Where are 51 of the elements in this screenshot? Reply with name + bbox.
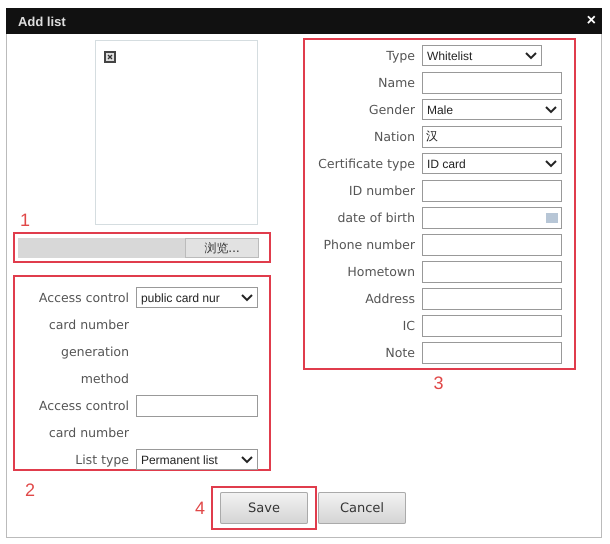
field-label: Gender	[368, 102, 415, 117]
field-label: generation	[60, 344, 129, 359]
input-field[interactable]	[422, 234, 562, 256]
file-field[interactable]: 浏览...	[18, 238, 259, 258]
annotation-number: 3	[433, 374, 444, 392]
input-field[interactable]	[422, 180, 562, 202]
chevron-icon	[545, 106, 557, 114]
input-field[interactable]	[422, 260, 562, 282]
field-label: Access control	[38, 398, 129, 413]
input-field[interactable]: 汉	[422, 126, 562, 148]
field-label: ID number	[348, 183, 415, 198]
close-button[interactable]: ×	[586, 12, 596, 30]
input-field[interactable]	[136, 394, 258, 416]
calendar-icon[interactable]	[546, 212, 558, 222]
chevron-icon	[241, 456, 253, 464]
cancel-button[interactable]: Cancel	[318, 492, 406, 524]
annotation-number: 1	[20, 210, 30, 230]
input-field[interactable]	[422, 288, 562, 310]
chevron-icon	[525, 52, 537, 60]
field-label: Access control	[38, 290, 129, 305]
input-field[interactable]	[422, 342, 562, 364]
window-title: Add list	[18, 14, 66, 28]
field-label: Nation	[373, 129, 415, 144]
field-label: Note	[384, 345, 415, 360]
field-label: Name	[377, 75, 415, 90]
annotation-number: 4	[195, 499, 206, 517]
field-label: Hometown	[346, 264, 415, 279]
field-label: Phone number	[322, 237, 415, 252]
save-button[interactable]: Save	[220, 492, 308, 524]
dropdown[interactable]: Male	[422, 99, 562, 120]
field-label: Type	[385, 48, 415, 63]
field-label: List type	[74, 452, 129, 467]
field-label: Address	[364, 291, 415, 306]
field-label: card number	[48, 317, 129, 332]
annotation-number: 2	[25, 481, 36, 499]
dropdown[interactable]: public card nur	[136, 287, 258, 308]
broken-image-icon	[104, 51, 116, 63]
dropdown[interactable]: ID card	[422, 153, 562, 174]
browse-button[interactable]: 浏览...	[185, 238, 259, 258]
field-label: date of birth	[336, 210, 415, 225]
date-field[interactable]	[422, 206, 562, 228]
dropdown[interactable]: Whitelist	[422, 45, 542, 66]
field-label: card number	[48, 425, 129, 440]
chevron-icon	[545, 160, 557, 168]
input-field[interactable]	[422, 72, 562, 94]
dropdown[interactable]: Permanent list	[136, 449, 258, 470]
field-label: Certificate type	[317, 156, 415, 171]
field-label: method	[80, 371, 129, 386]
field-label: IC	[402, 318, 415, 333]
input-field[interactable]	[422, 314, 562, 336]
chevron-icon	[241, 294, 253, 302]
